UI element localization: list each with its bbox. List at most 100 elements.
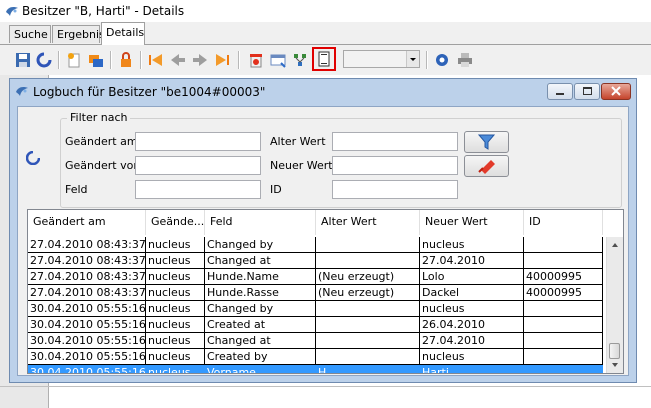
previous-record-icon[interactable] — [170, 52, 186, 68]
delete-icon[interactable] — [248, 52, 264, 68]
cell-neuer-wert: 27.04.2010 — [420, 333, 524, 349]
logbook-icon[interactable] — [316, 51, 332, 67]
next-record-icon[interactable] — [192, 52, 208, 68]
preview-icon[interactable] — [434, 52, 450, 68]
cell-geaendert-am: 27.04.2010 08:43:37 — [28, 285, 146, 301]
cell-neuer-wert: Dackel — [420, 285, 524, 301]
first-record-icon[interactable] — [148, 52, 164, 68]
new-document-icon[interactable] — [66, 52, 82, 68]
cell-geaendert-von: nucleus — [146, 301, 205, 317]
filter-icon — [477, 134, 496, 150]
clear-filter-button[interactable] — [464, 155, 509, 177]
toolbar-separator — [426, 51, 428, 69]
feld-input[interactable] — [135, 180, 261, 199]
cell-geaendert-von: nucleus — [146, 285, 205, 301]
scroll-down-icon[interactable] — [607, 357, 623, 373]
tab-ergebnis[interactable]: Ergebnis — [52, 25, 105, 43]
cell-alter-wert — [316, 237, 420, 253]
column-header-id[interactable]: ID — [524, 210, 603, 235]
window-title: Besitzer "B, Harti" - Details — [22, 4, 185, 18]
table-row[interactable]: 27.04.2010 08:43:37 nucleus Changed at 27.0… — [28, 253, 603, 269]
table-row[interactable]: 30.04.2010 05:55:16 nucleus Changed by nucl… — [28, 301, 603, 317]
cell-neuer-wert: 26.04.2010 — [420, 317, 524, 333]
logbook-dialog: Logbuch für Besitzer "be1004#00003" Filt… — [9, 78, 637, 383]
column-header-neuer-wert[interactable]: Neuer Wert — [420, 210, 524, 235]
column-header-alter-wert[interactable]: Alter Wert — [316, 210, 420, 235]
close-button[interactable] — [601, 83, 631, 100]
cell-geaendert-von: nucleus — [146, 317, 205, 333]
cell-geaendert-am: 30.04.2010 05:55:16 — [28, 365, 146, 373]
geaendert-am-input[interactable] — [135, 132, 261, 151]
tab-details[interactable]: Details — [101, 22, 145, 45]
cell-feld: Vorname — [205, 365, 316, 373]
minimize-icon — [556, 93, 564, 95]
cell-id: 40000995 — [524, 285, 603, 301]
cell-feld: Changed by — [205, 301, 316, 317]
cell-geaendert-am: 27.04.2010 08:43:37 — [28, 269, 146, 285]
toolbar-combo[interactable] — [343, 50, 420, 68]
cell-feld: Hunde.Name — [205, 269, 316, 285]
apply-filter-button[interactable] — [464, 131, 509, 153]
minimize-button[interactable] — [547, 83, 573, 100]
save-icon[interactable] — [15, 52, 31, 68]
lock-icon[interactable] — [118, 52, 134, 68]
table-row[interactable]: 30.04.2010 05:55:16 nucleus Created by nucl… — [28, 349, 603, 365]
cell-neuer-wert: 27.04.2010 — [420, 253, 524, 269]
cell-geaendert-am: 30.04.2010 05:55:16 — [28, 317, 146, 333]
refresh-icon[interactable] — [36, 52, 52, 68]
structure-icon[interactable] — [292, 52, 308, 68]
chevron-down-icon[interactable] — [406, 51, 419, 67]
grid-vertical-scrollbar[interactable] — [606, 237, 623, 373]
cell-geaendert-von: nucleus — [146, 333, 205, 349]
cell-geaendert-am: 30.04.2010 05:55:16 — [28, 301, 146, 317]
id-input[interactable] — [332, 180, 458, 199]
cell-id — [524, 317, 603, 333]
filter-group-label: Filter nach — [67, 111, 131, 124]
table-row[interactable]: 27.04.2010 08:43:37 nucleus Hunde.Rasse (Ne… — [28, 285, 603, 301]
window-icon[interactable] — [270, 52, 286, 68]
geaendert-von-label: Geändert von — [65, 159, 141, 172]
tab-suche[interactable]: Suche — [9, 25, 51, 43]
column-header-geaendert-am[interactable]: Geändert am — [28, 210, 146, 235]
cell-geaendert-von: nucleus — [146, 253, 205, 269]
cell-neuer-wert: Lolo — [420, 269, 524, 285]
neuer-wert-input[interactable] — [332, 156, 458, 175]
id-label: ID — [270, 183, 282, 196]
cell-geaendert-von: nucleus — [146, 269, 205, 285]
last-record-icon[interactable] — [214, 52, 230, 68]
geaendert-am-label: Geändert am — [65, 135, 138, 148]
toolbar-separator — [238, 51, 240, 69]
copy-icon[interactable] — [88, 52, 104, 68]
cell-alter-wert — [316, 333, 420, 349]
cell-geaendert-von: nucleus — [146, 349, 205, 365]
table-row[interactable]: 27.04.2010 08:43:37 nucleus Hunde.Name (Neu… — [28, 269, 603, 285]
table-row[interactable]: 27.04.2010 08:43:37 nucleus Changed by nucl… — [28, 237, 603, 253]
cell-alter-wert — [316, 317, 420, 333]
dialog-titlebar[interactable]: Logbuch für Besitzer "be1004#00003" — [10, 79, 636, 105]
geaendert-von-input[interactable] — [135, 156, 261, 175]
cell-geaendert-am: 30.04.2010 05:55:16 — [28, 333, 146, 349]
print-icon[interactable] — [457, 52, 473, 68]
column-header-geaendert-von[interactable]: Geände... — [146, 210, 205, 235]
dialog-client-area: Filter nach Geändert am Geändert von Fel… — [17, 106, 629, 376]
cell-geaendert-am: 27.04.2010 08:43:37 — [28, 237, 146, 253]
toolbar-separator — [58, 51, 60, 69]
app-icon — [6, 7, 18, 17]
table-row[interactable]: 30.04.2010 05:55:16 nucleus Changed at 27.0… — [28, 333, 603, 349]
column-header-feld[interactable]: Feld — [205, 210, 316, 235]
alter-wert-label: Alter Wert — [270, 135, 326, 148]
logbook-grid: Geändert am Geände... Feld Alter Wert Ne… — [27, 209, 624, 374]
maximize-button[interactable] — [574, 83, 600, 100]
cell-geaendert-am: 30.04.2010 05:55:16 — [28, 349, 146, 365]
table-row[interactable]: 30.04.2010 05:55:16 nucleus Created at 26.0… — [28, 317, 603, 333]
scroll-up-icon[interactable] — [607, 237, 623, 253]
cell-geaendert-am: 27.04.2010 08:43:37 — [28, 253, 146, 269]
cell-id — [524, 301, 603, 317]
cell-feld: Changed by — [205, 237, 316, 253]
table-row[interactable]: 30.04.2010 05:55:16 nucleus Vorname H Harti — [28, 365, 603, 373]
alter-wert-input[interactable] — [332, 132, 458, 151]
close-icon — [611, 86, 621, 96]
cell-id: 40000995 — [524, 269, 603, 285]
refresh-icon[interactable] — [26, 151, 40, 165]
main-titlebar: Besitzer "B, Harti" - Details — [0, 0, 651, 22]
